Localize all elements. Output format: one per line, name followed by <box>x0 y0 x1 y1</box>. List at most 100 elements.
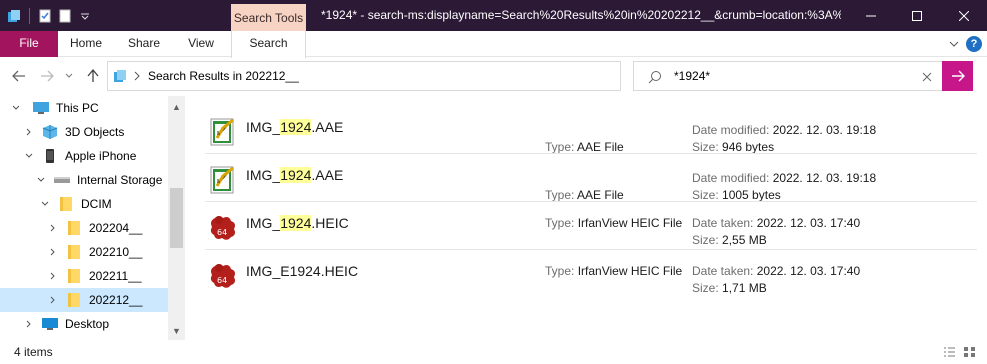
tree-item-202210[interactable]: 202210__ <box>0 240 168 264</box>
tab-share[interactable]: Share <box>120 31 168 57</box>
customize-qat-chevron-icon[interactable] <box>77 8 93 24</box>
tree-label: 202210__ <box>89 245 143 259</box>
expand-chevron-icon[interactable] <box>47 270 59 282</box>
tree-item-apple-iphone[interactable]: Apple iPhone <box>0 144 168 168</box>
irfanview-heic-icon: 64 <box>207 260 239 292</box>
expand-chevron-icon[interactable] <box>23 318 35 330</box>
3d-objects-icon <box>41 124 59 140</box>
tree-item-202211[interactable]: 202211__ <box>0 264 168 288</box>
new-folder-qat-icon[interactable] <box>57 8 73 24</box>
file-date: Date taken: 2022. 12. 03. 17:40 <box>692 264 861 278</box>
title-bar: Search Tools *1924* - search-ms:displayn… <box>0 0 987 31</box>
nav-pane-scrollbar[interactable]: ▲ ▼ <box>168 96 185 340</box>
pc-icon <box>32 100 50 116</box>
back-button[interactable] <box>10 66 28 86</box>
file-date: Date modified: 2022. 12. 03. 19:18 <box>692 171 877 185</box>
file-name[interactable]: IMG_1924.AAE <box>246 167 343 183</box>
tree-label: DCIM <box>81 197 112 211</box>
maximize-button[interactable] <box>894 0 940 31</box>
list-item[interactable]: 64 IMG_1924.HEIC Type: IrfanView HEIC Fi… <box>205 202 977 250</box>
clear-search-icon[interactable] <box>922 71 932 85</box>
tree-label: Desktop <box>65 317 110 331</box>
file-name[interactable]: IMG_1924.HEIC <box>246 215 349 231</box>
file-date: Date modified: 2022. 12. 03. 19:18 <box>692 123 877 137</box>
file-size: Size: 1,71 MB <box>692 281 767 295</box>
file-size: Size: 1005 bytes <box>692 188 781 202</box>
help-icon[interactable]: ? <box>966 36 982 52</box>
file-size: Size: 946 bytes <box>692 140 775 154</box>
expand-chevron-icon[interactable] <box>23 126 35 138</box>
tree-item-internal-storage[interactable]: Internal Storage <box>0 168 168 192</box>
search-highlight: 1924 <box>280 167 312 183</box>
tree-label: 202211__ <box>89 269 142 283</box>
address-bar[interactable]: Search Results in 202212__ <box>107 61 716 91</box>
tree-label: Apple iPhone <box>65 149 137 163</box>
file-name[interactable]: IMG_1924.AAE <box>246 119 343 135</box>
file-explorer-window: Search Tools *1924* - search-ms:displayn… <box>0 0 987 364</box>
search-icon <box>648 70 662 87</box>
list-item[interactable]: IMG_1924.AAE Type: AAE File Date modifie… <box>205 154 977 202</box>
file-type: Type: IrfanView HEIC File <box>545 216 683 230</box>
search-go-button[interactable] <box>942 61 973 91</box>
item-count: 4 items <box>14 345 53 359</box>
large-icons-view-icon[interactable] <box>963 346 976 358</box>
tree-item-desktop[interactable]: Desktop <box>0 312 168 336</box>
tree-label: Internal Storage <box>77 173 163 187</box>
expand-chevron-icon[interactable] <box>47 222 59 234</box>
recent-locations-chevron-icon[interactable] <box>62 66 76 86</box>
explorer-app-icon <box>6 8 22 24</box>
tree-label: 202204__ <box>89 221 143 235</box>
aae-file-icon <box>207 164 239 196</box>
breadcrumb-chevron-icon[interactable] <box>134 70 140 84</box>
list-item[interactable]: IMG_1924.AAE Type: AAE File Date modifie… <box>205 106 977 154</box>
tree-item-dcim[interactable]: DCIM <box>0 192 168 216</box>
tab-file[interactable]: File <box>0 31 58 57</box>
scrollbar-thumb[interactable] <box>170 188 183 248</box>
collapse-chevron-icon[interactable] <box>35 174 47 186</box>
collapse-chevron-icon[interactable] <box>39 198 51 210</box>
search-tools-context-tab: Search Tools <box>231 4 306 31</box>
details-view-icon[interactable] <box>943 346 956 358</box>
folder-icon <box>65 268 83 284</box>
collapse-chevron-icon[interactable] <box>23 150 35 162</box>
expand-chevron-icon[interactable] <box>47 294 59 306</box>
tab-home[interactable]: Home <box>62 31 110 57</box>
tree-item-this-pc[interactable]: This PC <box>0 96 168 120</box>
folder-icon <box>65 220 83 236</box>
tab-view[interactable]: View <box>177 31 225 57</box>
navigation-pane: This PC 3D Objects Apple iPhone Internal… <box>0 96 185 340</box>
minimize-button[interactable] <box>848 0 894 31</box>
scroll-up-icon[interactable]: ▲ <box>168 98 185 115</box>
search-input[interactable]: *1924* <box>674 69 710 83</box>
close-button[interactable] <box>941 0 987 31</box>
desktop-icon <box>41 316 59 332</box>
phone-icon <box>41 148 59 164</box>
search-highlight: 1924 <box>280 119 312 135</box>
tree-item-202204[interactable]: 202204__ <box>0 216 168 240</box>
scroll-down-icon[interactable]: ▼ <box>168 322 185 339</box>
collapse-chevron-icon[interactable] <box>10 102 22 114</box>
file-name[interactable]: IMG_E1924.HEIC <box>246 263 358 279</box>
expand-ribbon-icon[interactable] <box>946 36 962 52</box>
properties-icon[interactable] <box>37 8 53 24</box>
list-item[interactable]: 64 IMG_E1924.HEIC Type: IrfanView HEIC F… <box>205 250 977 298</box>
up-button[interactable] <box>84 66 102 86</box>
search-box[interactable]: *1924* <box>633 61 973 91</box>
svg-text:64: 64 <box>217 276 227 285</box>
search-highlight: 1924 <box>280 215 312 231</box>
status-bar: 4 items <box>0 340 987 364</box>
tree-item-3d-objects[interactable]: 3D Objects <box>0 120 168 144</box>
tab-search[interactable]: Search <box>231 31 306 58</box>
tree-label: 3D Objects <box>65 125 125 139</box>
expand-chevron-icon[interactable] <box>47 246 59 258</box>
tree-item-202212[interactable]: 202212__ <box>0 288 168 312</box>
file-size: Size: 2,55 MB <box>692 233 767 247</box>
file-type: Type: IrfanView HEIC File <box>545 264 683 278</box>
address-path[interactable]: Search Results in 202212__ <box>148 69 299 83</box>
folder-icon <box>57 196 75 212</box>
svg-text:64: 64 <box>217 228 227 237</box>
irfanview-heic-icon: 64 <box>207 212 239 244</box>
search-results-icon <box>112 68 128 87</box>
quick-access-toolbar <box>6 6 93 26</box>
forward-button[interactable] <box>38 66 56 86</box>
